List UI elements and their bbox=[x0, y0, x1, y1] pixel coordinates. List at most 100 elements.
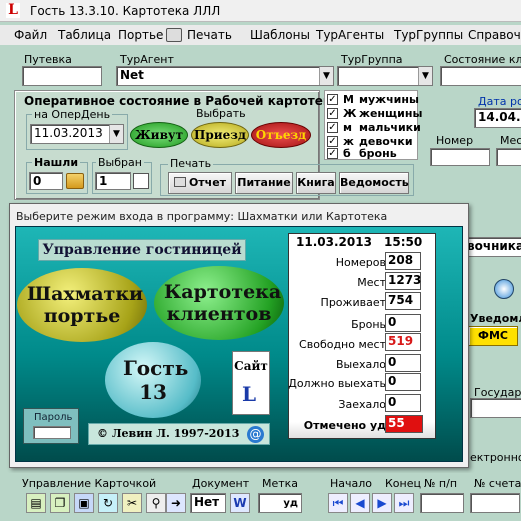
stat-label: Мест bbox=[357, 276, 386, 289]
state-input[interactable] bbox=[440, 66, 521, 86]
prev-record-icon[interactable]: ◀ bbox=[350, 493, 370, 513]
menu-tour-groups[interactable]: ТурГруппы bbox=[394, 28, 463, 42]
mark-field[interactable]: уд bbox=[258, 493, 302, 513]
menu-tour-agents[interactable]: ТурАгенты bbox=[316, 28, 384, 42]
date-field[interactable]: 14.04.2 bbox=[474, 108, 521, 128]
word-icon[interactable]: W bbox=[230, 493, 250, 513]
cards-button[interactable]: Картотека клиентов bbox=[154, 266, 284, 340]
copyright-box: © Левин Л. 1997-2013 @ bbox=[88, 423, 270, 445]
checkbox-girls[interactable]: ✓ bbox=[327, 136, 338, 147]
reference-field: вочника bbox=[463, 237, 521, 257]
turgroup-select[interactable]: ▼ bbox=[337, 66, 433, 86]
stat-label: Выехало bbox=[335, 358, 386, 371]
elec-label: ектронно bbox=[470, 451, 521, 464]
check-booking-label: бронь bbox=[359, 147, 397, 160]
last-record-icon[interactable]: ⏭ bbox=[394, 493, 414, 513]
menu-file[interactable]: Файл bbox=[14, 28, 47, 42]
oper-title: Оперативное состояние в Рабочей картотек… bbox=[24, 94, 340, 108]
report-button[interactable]: Отчет bbox=[168, 172, 232, 194]
checkbox-booking[interactable]: ✓ bbox=[327, 148, 338, 159]
site-button[interactable]: Сайт L bbox=[232, 351, 270, 415]
search-icon[interactable]: ⚲ bbox=[146, 493, 166, 513]
stat-label: Должно выехать bbox=[288, 377, 386, 390]
copyright-text: © Левин Л. 1997-2013 bbox=[97, 427, 240, 440]
found-label: Нашли bbox=[32, 156, 81, 169]
stat-label: Заехало bbox=[338, 398, 386, 411]
end-label: Конец bbox=[385, 477, 421, 490]
folder-icon[interactable] bbox=[66, 173, 84, 189]
nomer-field[interactable] bbox=[430, 148, 490, 166]
menu-porter[interactable]: Портье bbox=[118, 28, 163, 42]
chosen-value: 1 bbox=[95, 172, 131, 190]
delete-icon[interactable]: ✂ bbox=[122, 493, 142, 513]
password-input[interactable] bbox=[33, 426, 71, 439]
gos-field[interactable] bbox=[470, 398, 521, 418]
chosen-label: Выбран bbox=[96, 156, 144, 169]
menu-table[interactable]: Таблица bbox=[58, 28, 111, 42]
password-label: Пароль bbox=[34, 412, 73, 423]
stat-value: 0 bbox=[385, 314, 421, 332]
check-men-code: М bbox=[343, 93, 354, 106]
printer-icon bbox=[173, 177, 186, 187]
dialog-title: Выберите режим входа в программу: Шахмат… bbox=[16, 210, 388, 223]
book-button[interactable]: Книга bbox=[296, 172, 336, 194]
site-label: Сайт bbox=[234, 359, 268, 373]
checkbox-boys[interactable]: ✓ bbox=[327, 122, 338, 133]
arrow-right-icon[interactable]: ➜ bbox=[166, 493, 186, 513]
check-booking-code: б bbox=[343, 147, 351, 160]
email-icon[interactable]: @ bbox=[247, 426, 264, 443]
check-boys-code: м bbox=[343, 121, 352, 134]
first-record-icon[interactable]: ⏮ bbox=[328, 493, 348, 513]
stat-value: 208 bbox=[385, 252, 421, 270]
checkbox-men[interactable]: ✓ bbox=[327, 94, 338, 105]
site-logo-icon: L bbox=[242, 382, 257, 406]
chevron-down-icon[interactable]: ▼ bbox=[418, 67, 432, 85]
printer-icon bbox=[166, 28, 182, 42]
putevka-label: Путевка bbox=[24, 53, 72, 66]
stat-label: Бронь bbox=[351, 318, 386, 331]
putevka-input[interactable] bbox=[22, 66, 102, 86]
dialog-header: Управление гостиницей bbox=[38, 239, 246, 261]
uved-label: Уведомле bbox=[470, 312, 521, 325]
mes-label: Мес bbox=[500, 134, 521, 147]
app-logo-icon: L bbox=[6, 3, 20, 18]
chess-button[interactable]: Шахматки портье bbox=[17, 268, 147, 342]
live-button[interactable]: Живут bbox=[130, 122, 188, 148]
guest-button[interactable]: Гость 13 bbox=[105, 342, 201, 418]
chevron-down-icon[interactable]: ▼ bbox=[319, 67, 333, 85]
stats-time: 15:50 bbox=[384, 235, 423, 249]
oper-day-select[interactable]: 11.03.2013 ▼ bbox=[30, 124, 124, 144]
menu-reference[interactable]: Справочн bbox=[468, 28, 521, 42]
card-icon[interactable] bbox=[133, 173, 149, 189]
title-bar: L Гость 13.3.10. Картотека ЛЛЛ bbox=[0, 0, 521, 22]
arrival-button[interactable]: Приезд bbox=[191, 122, 249, 148]
round-icon[interactable] bbox=[494, 279, 514, 299]
stat-label: Проживает bbox=[320, 296, 386, 309]
np-field[interactable] bbox=[420, 493, 464, 513]
copy-card-icon[interactable]: ❐ bbox=[50, 493, 70, 513]
checkbox-women[interactable]: ✓ bbox=[327, 108, 338, 119]
np-label: № п/п bbox=[424, 477, 458, 490]
departure-button[interactable]: Отъезд bbox=[251, 122, 311, 148]
stat-value: 1273 bbox=[385, 272, 421, 290]
menu-templates[interactable]: Шаблоны bbox=[250, 28, 310, 42]
turagent-select[interactable]: Net ▼ bbox=[116, 66, 334, 86]
stat-label: Номеров bbox=[335, 256, 386, 269]
mes-field[interactable] bbox=[496, 148, 521, 166]
account-field[interactable] bbox=[470, 493, 520, 513]
meals-button[interactable]: Питание bbox=[235, 172, 293, 194]
turgroup-label: ТурГруппа bbox=[341, 53, 403, 66]
document-field[interactable]: Нет bbox=[190, 493, 226, 513]
menu-print[interactable]: Печать bbox=[187, 28, 232, 42]
save-icon[interactable]: ▣ bbox=[74, 493, 94, 513]
fms-button[interactable]: ФМС bbox=[468, 326, 518, 346]
state-label: Состояние кли bbox=[444, 53, 521, 66]
statement-button[interactable]: Ведомость bbox=[339, 172, 409, 194]
new-card-icon[interactable]: ▤ bbox=[26, 493, 46, 513]
chevron-down-icon[interactable]: ▼ bbox=[109, 125, 123, 143]
stat-value-marked: 55 bbox=[385, 415, 423, 433]
stat-value: 0 bbox=[385, 354, 421, 372]
menu-bar: Файл Таблица Портье Печать Шаблоны ТурАг… bbox=[0, 25, 521, 45]
next-record-icon[interactable]: ▶ bbox=[372, 493, 392, 513]
refresh-icon[interactable]: ↻ bbox=[98, 493, 118, 513]
